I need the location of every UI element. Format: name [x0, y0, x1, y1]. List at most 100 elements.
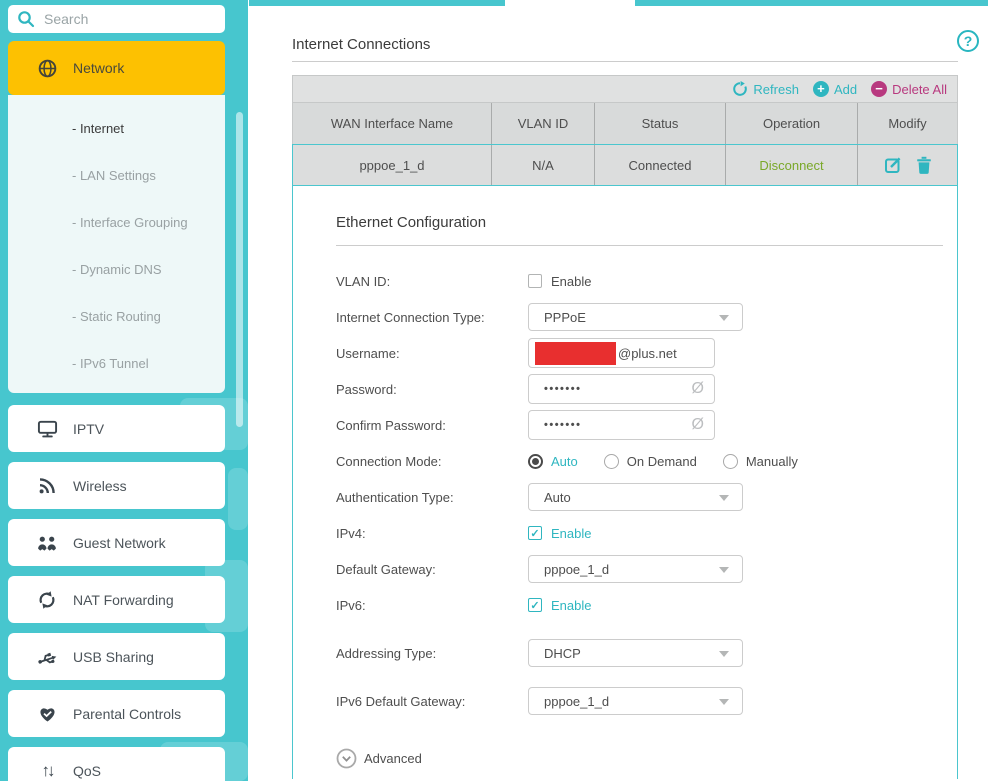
sidebar-item-parental-controls[interactable]: Parental Controls: [8, 690, 225, 737]
addressing-type-select[interactable]: DHCP: [528, 639, 743, 667]
submenu-item-internet[interactable]: - Internet: [8, 105, 225, 152]
top-tab-bar: [249, 0, 988, 6]
default-gateway-label: Default Gateway:: [336, 562, 528, 577]
ipv6-label: IPv6:: [336, 598, 528, 613]
add-button[interactable]: + Add: [813, 81, 857, 97]
chevron-down-icon: [719, 699, 729, 705]
router-admin-page: Network - Internet - LAN Settings - Inte…: [0, 0, 988, 781]
sidebar-item-label: QoS: [73, 763, 101, 779]
ipv6-enable-label: Enable: [551, 598, 591, 613]
globe-icon: [36, 58, 58, 79]
connection-type-label: Internet Connection Type:: [336, 310, 528, 325]
people-icon: [35, 534, 59, 552]
radio-auto[interactable]: [528, 454, 543, 469]
username-field[interactable]: @plus.net: [528, 338, 715, 368]
redaction-block: [535, 342, 616, 365]
ipv4-enable-checkbox[interactable]: ✓: [528, 526, 542, 540]
ipv6-enable-checkbox[interactable]: ✓: [528, 598, 542, 612]
sidebar-item-label: Wireless: [73, 478, 127, 494]
wifi-icon: [35, 476, 59, 496]
eye-slash-icon[interactable]: Ø: [692, 380, 704, 398]
submenu-item-lan-settings[interactable]: - LAN Settings: [8, 152, 225, 199]
sidebar-item-label: USB Sharing: [73, 649, 154, 665]
sidebar-item-qos[interactable]: ↑↓ QoS: [8, 747, 225, 781]
chevron-circle-icon: [336, 748, 357, 769]
ipv6-default-gateway-value: pppoe_1_d: [544, 694, 609, 709]
connection-type-value: PPPoE: [544, 310, 586, 325]
plus-icon: +: [813, 81, 829, 97]
search-box[interactable]: [8, 5, 225, 33]
table-row[interactable]: pppoe_1_d N/A Connected Disconnect: [292, 144, 958, 186]
edit-icon[interactable]: [884, 156, 902, 174]
ipv4-label: IPv4:: [336, 526, 528, 541]
delete-all-label: Delete All: [892, 82, 947, 97]
sidebar-item-label: Network: [73, 60, 124, 76]
connection-type-select[interactable]: PPPoE: [528, 303, 743, 331]
confirm-password-field[interactable]: ••••••• Ø: [528, 410, 715, 440]
ipv6-default-gateway-label: IPv6 Default Gateway:: [336, 694, 528, 709]
password-field[interactable]: •••••••Ø: [528, 374, 715, 404]
confirm-password-value: •••••••: [535, 419, 581, 431]
search-input[interactable]: [44, 11, 214, 27]
submenu-item-dynamic-dns[interactable]: - Dynamic DNS: [8, 246, 225, 293]
auth-type-label: Authentication Type:: [336, 490, 528, 505]
submenu-item-interface-grouping[interactable]: - Interface Grouping: [8, 199, 225, 246]
help-button[interactable]: ?: [957, 30, 979, 52]
submenu-item-static-routing[interactable]: - Static Routing: [8, 293, 225, 340]
addressing-type-value: DHCP: [544, 646, 581, 661]
radio-manually[interactable]: [723, 454, 738, 469]
advanced-toggle[interactable]: Advanced: [336, 748, 422, 769]
sidebar-scrollbar[interactable]: [236, 112, 243, 427]
radio-manually-label: Manually: [746, 454, 798, 469]
auth-type-select[interactable]: Auto: [528, 483, 743, 511]
monitor-icon: [35, 419, 59, 439]
disconnect-link[interactable]: Disconnect: [759, 158, 823, 173]
minus-icon: −: [871, 81, 887, 97]
submenu-label: - Dynamic DNS: [72, 262, 162, 277]
cell-wan-interface-name: pppoe_1_d: [293, 145, 491, 185]
sidebar-item-label: IPTV: [73, 421, 104, 437]
sidebar-item-usb-sharing[interactable]: USB Sharing: [8, 633, 225, 680]
refresh-icon: [732, 81, 748, 97]
vlan-enable-checkbox[interactable]: [528, 274, 542, 288]
trash-icon[interactable]: [916, 156, 932, 174]
sidebar: Network - Internet - LAN Settings - Inte…: [0, 0, 248, 781]
heart-check-icon: [35, 704, 59, 723]
section-title: Ethernet Configuration: [336, 214, 486, 231]
refresh-button[interactable]: Refresh: [732, 81, 799, 97]
sidebar-item-nat-forwarding[interactable]: NAT Forwarding: [8, 576, 225, 623]
column-header-wan-interface-name: WAN Interface Name: [293, 103, 491, 144]
sidebar-item-iptv[interactable]: IPTV: [8, 405, 225, 452]
ipv6-default-gateway-select[interactable]: pppoe_1_d: [528, 687, 743, 715]
cell-vlan-id: N/A: [491, 145, 594, 185]
column-header-modify: Modify: [857, 103, 957, 144]
eye-slash-icon[interactable]: Ø: [692, 416, 704, 434]
submenu-item-ipv6-tunnel[interactable]: - IPv6 Tunnel: [8, 340, 225, 387]
help-icon: ?: [964, 33, 973, 49]
add-label: Add: [834, 82, 857, 97]
username-suffix: @plus.net: [618, 346, 677, 361]
sidebar-item-guest-network[interactable]: Guest Network: [8, 519, 225, 566]
network-submenu: - Internet - LAN Settings - Interface Gr…: [8, 95, 225, 393]
vlan-enable-label: Enable: [551, 274, 591, 289]
active-tab[interactable]: [505, 0, 635, 6]
radio-on-demand-label: On Demand: [627, 454, 697, 469]
chevron-down-icon: [719, 495, 729, 501]
sidebar-item-label: Parental Controls: [73, 706, 181, 722]
submenu-label: - Static Routing: [72, 309, 161, 324]
connections-table: Refresh + Add − Delete All WAN Interface…: [292, 75, 958, 779]
chevron-down-icon: [719, 651, 729, 657]
default-gateway-select[interactable]: pppoe_1_d: [528, 555, 743, 583]
connection-mode-label: Connection Mode:: [336, 454, 528, 469]
delete-all-button[interactable]: − Delete All: [871, 81, 947, 97]
default-gateway-value: pppoe_1_d: [544, 562, 609, 577]
username-label: Username:: [336, 346, 528, 361]
submenu-label: - Interface Grouping: [72, 215, 188, 230]
sidebar-item-wireless[interactable]: Wireless: [8, 462, 225, 509]
radio-on-demand[interactable]: [604, 454, 619, 469]
divider: [292, 61, 958, 62]
sidebar-item-network[interactable]: Network: [8, 41, 225, 95]
vlan-id-label: VLAN ID:: [336, 274, 528, 289]
cell-status: Connected: [594, 145, 725, 185]
submenu-label: - LAN Settings: [72, 168, 156, 183]
